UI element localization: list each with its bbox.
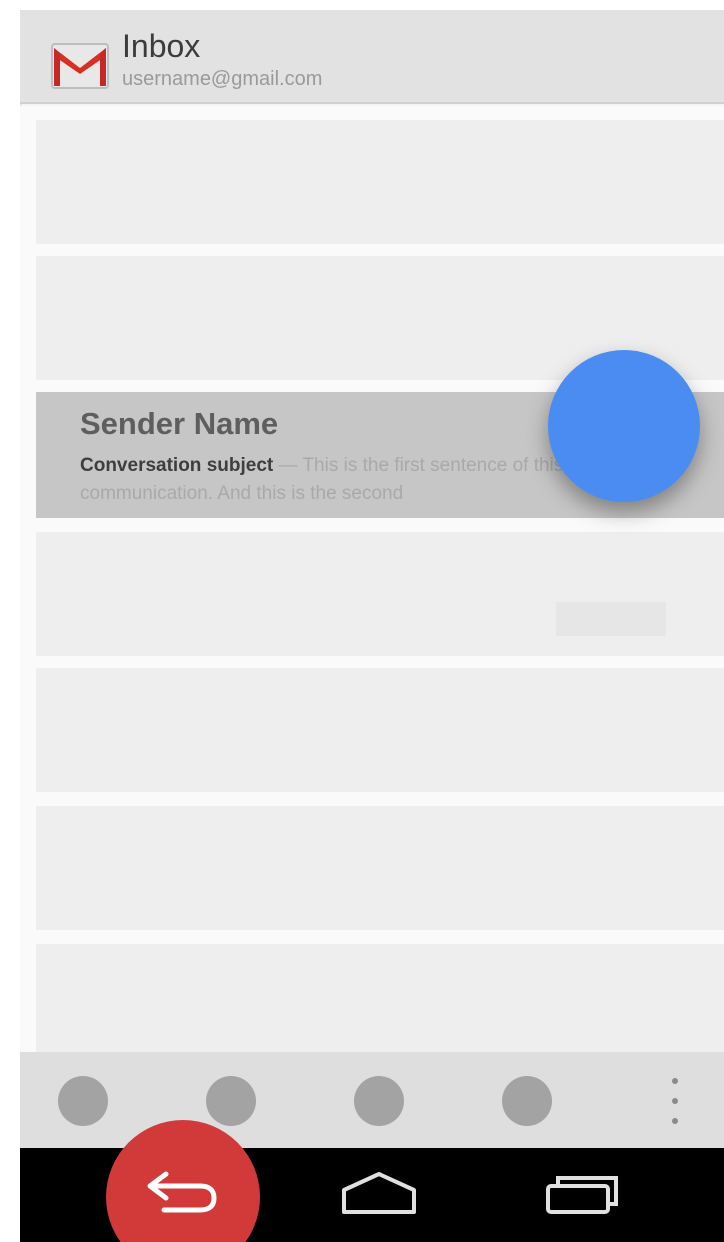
action-bar — [20, 1052, 724, 1148]
message-subject: Conversation subject — [80, 455, 274, 476]
action-button[interactable] — [58, 1076, 108, 1126]
list-item[interactable] — [36, 120, 724, 244]
message-list — [20, 106, 724, 1052]
snippet-separator: — — [273, 455, 303, 476]
action-button[interactable] — [206, 1076, 256, 1126]
page-title: Inbox — [122, 28, 201, 64]
sender-name: Sender Name — [80, 406, 279, 441]
action-button[interactable] — [502, 1076, 552, 1126]
gmail-icon — [51, 43, 109, 89]
recents-icon[interactable] — [540, 1168, 622, 1218]
overflow-menu-icon[interactable] — [660, 1074, 690, 1128]
phone-screen: Inbox username@gmail.com Sender Name Con… — [20, 10, 724, 1242]
ghost-placeholder — [556, 602, 666, 636]
list-item[interactable] — [36, 532, 724, 656]
list-item[interactable] — [36, 806, 724, 930]
list-item[interactable] — [36, 944, 724, 1052]
account-email: username@gmail.com — [122, 68, 323, 90]
action-button[interactable] — [354, 1076, 404, 1126]
back-icon — [147, 1171, 217, 1213]
list-item[interactable] — [36, 668, 724, 792]
home-icon[interactable] — [338, 1168, 420, 1218]
app-bar: Inbox username@gmail.com — [20, 10, 724, 104]
touch-indicator — [548, 350, 700, 502]
